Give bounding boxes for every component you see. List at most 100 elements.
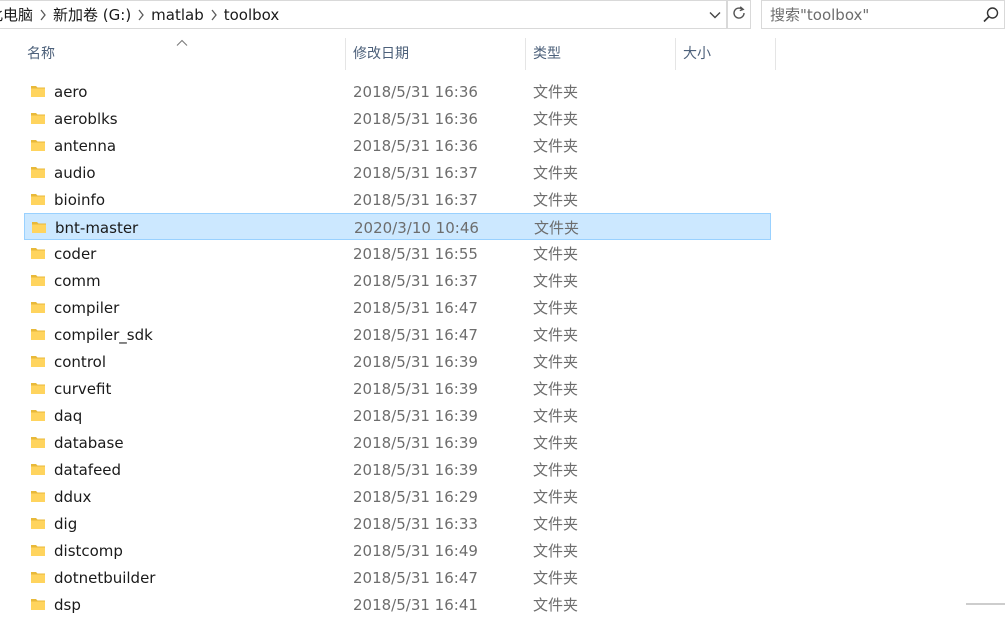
- file-type: 文件夹: [533, 137, 579, 155]
- search-icon[interactable]: [982, 6, 1000, 28]
- chevron-right-icon[interactable]: [131, 9, 151, 21]
- file-row[interactable]: datafeed 2018/5/31 16:39 文件夹: [24, 456, 771, 483]
- file-name[interactable]: compiler: [54, 294, 119, 321]
- file-row[interactable]: distcomp 2018/5/31 16:49 文件夹: [24, 537, 771, 564]
- file-name[interactable]: coder: [54, 240, 96, 267]
- column-size[interactable]: 大小: [683, 36, 711, 70]
- file-date: 2018/5/31 16:36: [353, 109, 478, 128]
- column-date[interactable]: 修改日期: [353, 36, 409, 70]
- chevron-down-icon[interactable]: [704, 1, 726, 28]
- file-date: 2018/5/31 16:39: [353, 433, 478, 452]
- file-name[interactable]: bioinfo: [54, 186, 105, 213]
- file-row[interactable]: database 2018/5/31 16:39 文件夹: [24, 429, 771, 456]
- folder-icon: [30, 191, 46, 211]
- column-divider[interactable]: [775, 38, 776, 70]
- file-name[interactable]: dotnetbuilder: [54, 564, 155, 591]
- file-type: 文件夹: [533, 191, 579, 209]
- folder-icon: [30, 353, 46, 373]
- refresh-button[interactable]: [727, 0, 751, 29]
- file-row[interactable]: compiler 2018/5/31 16:47 文件夹: [24, 294, 771, 321]
- file-type: 文件夹: [533, 110, 579, 128]
- search-box[interactable]: [761, 0, 1005, 29]
- file-date: 2018/5/31 16:39: [353, 460, 478, 479]
- file-row[interactable]: comm 2018/5/31 16:37 文件夹: [24, 267, 771, 294]
- column-divider[interactable]: [525, 38, 526, 70]
- column-divider[interactable]: [675, 38, 676, 70]
- refresh-icon: [731, 5, 747, 25]
- file-type: 文件夹: [533, 380, 579, 398]
- file-name[interactable]: aeroblks: [54, 105, 118, 132]
- file-name[interactable]: audio: [54, 159, 96, 186]
- file-date: 2018/5/31 16:47: [353, 568, 478, 587]
- folder-icon: [30, 515, 46, 535]
- breadcrumb-drive[interactable]: 新加卷 (G:): [53, 4, 131, 25]
- file-date: 2020/3/10 10:46: [354, 218, 479, 237]
- file-row[interactable]: compiler_sdk 2018/5/31 16:47 文件夹: [24, 321, 771, 348]
- file-name[interactable]: database: [54, 429, 124, 456]
- file-name[interactable]: antenna: [54, 132, 116, 159]
- file-date: 2018/5/31 16:37: [353, 163, 478, 182]
- file-row[interactable]: aero 2018/5/31 16:36 文件夹: [24, 78, 771, 105]
- breadcrumb-this-pc[interactable]: 此电脑: [0, 4, 33, 25]
- file-date: 2018/5/31 16:36: [353, 136, 478, 155]
- file-name[interactable]: distcomp: [54, 537, 123, 564]
- file-row[interactable]: dig 2018/5/31 16:33 文件夹: [24, 510, 771, 537]
- file-type: 文件夹: [533, 272, 579, 290]
- file-name[interactable]: dig: [54, 510, 77, 537]
- file-name[interactable]: datafeed: [54, 456, 121, 483]
- file-type: 文件夹: [533, 407, 579, 425]
- folder-icon: [30, 110, 46, 130]
- file-name[interactable]: compiler_sdk: [54, 321, 153, 348]
- file-row[interactable]: coder 2018/5/31 16:55 文件夹: [24, 240, 771, 267]
- file-row[interactable]: daq 2018/5/31 16:39 文件夹: [24, 402, 771, 429]
- column-divider[interactable]: [345, 38, 346, 70]
- file-row[interactable]: aeroblks 2018/5/31 16:36 文件夹: [24, 105, 771, 132]
- file-date: 2018/5/31 16:47: [353, 298, 478, 317]
- file-date: 2018/5/31 16:36: [353, 82, 478, 101]
- file-date: 2018/5/31 16:39: [353, 379, 478, 398]
- file-name[interactable]: control: [54, 348, 106, 375]
- sort-up-icon: [176, 33, 188, 51]
- chevron-right-icon[interactable]: [33, 9, 53, 21]
- breadcrumb-matlab[interactable]: matlab: [151, 6, 204, 24]
- folder-icon: [31, 219, 47, 239]
- file-row[interactable]: antenna 2018/5/31 16:36 文件夹: [24, 132, 771, 159]
- breadcrumb: 此电脑 新加卷 (G:) matlab toolbox: [0, 1, 279, 28]
- file-type: 文件夹: [533, 353, 579, 371]
- file-date: 2018/5/31 16:49: [353, 541, 478, 560]
- file-row[interactable]: control 2018/5/31 16:39 文件夹: [24, 348, 771, 375]
- folder-icon: [30, 488, 46, 508]
- file-type: 文件夹: [534, 219, 580, 237]
- file-date: 2018/5/31 16:29: [353, 487, 478, 506]
- file-row[interactable]: bnt-master 2020/3/10 10:46 文件夹: [24, 213, 771, 240]
- file-type: 文件夹: [533, 488, 579, 506]
- folder-icon: [30, 596, 46, 616]
- folder-icon: [30, 461, 46, 481]
- column-header: 名称 修改日期 类型 大小: [0, 36, 1005, 70]
- folder-icon: [30, 245, 46, 265]
- file-name[interactable]: aero: [54, 78, 87, 105]
- folder-icon: [30, 542, 46, 562]
- file-row[interactable]: ddux 2018/5/31 16:29 文件夹: [24, 483, 771, 510]
- file-name[interactable]: curvefit: [54, 375, 111, 402]
- file-row[interactable]: audio 2018/5/31 16:37 文件夹: [24, 159, 771, 186]
- file-date: 2018/5/31 16:39: [353, 406, 478, 425]
- file-row[interactable]: dotnetbuilder 2018/5/31 16:47 文件夹: [24, 564, 771, 591]
- file-date: 2018/5/31 16:33: [353, 514, 478, 533]
- breadcrumb-toolbox[interactable]: toolbox: [224, 6, 280, 24]
- address-bar[interactable]: 此电脑 新加卷 (G:) matlab toolbox: [0, 0, 727, 29]
- chevron-right-icon[interactable]: [204, 9, 224, 21]
- file-name[interactable]: bnt-master: [55, 214, 138, 241]
- folder-icon: [30, 299, 46, 319]
- search-input[interactable]: [770, 5, 975, 24]
- file-row[interactable]: bioinfo 2018/5/31 16:37 文件夹: [24, 186, 771, 213]
- file-row[interactable]: curvefit 2018/5/31 16:39 文件夹: [24, 375, 771, 402]
- file-type: 文件夹: [533, 569, 579, 587]
- column-type[interactable]: 类型: [533, 36, 561, 70]
- file-name[interactable]: daq: [54, 402, 82, 429]
- file-name[interactable]: comm: [54, 267, 101, 294]
- folder-icon: [30, 569, 46, 589]
- column-name[interactable]: 名称: [27, 36, 55, 70]
- file-name[interactable]: ddux: [54, 483, 91, 510]
- folder-icon: [30, 380, 46, 400]
